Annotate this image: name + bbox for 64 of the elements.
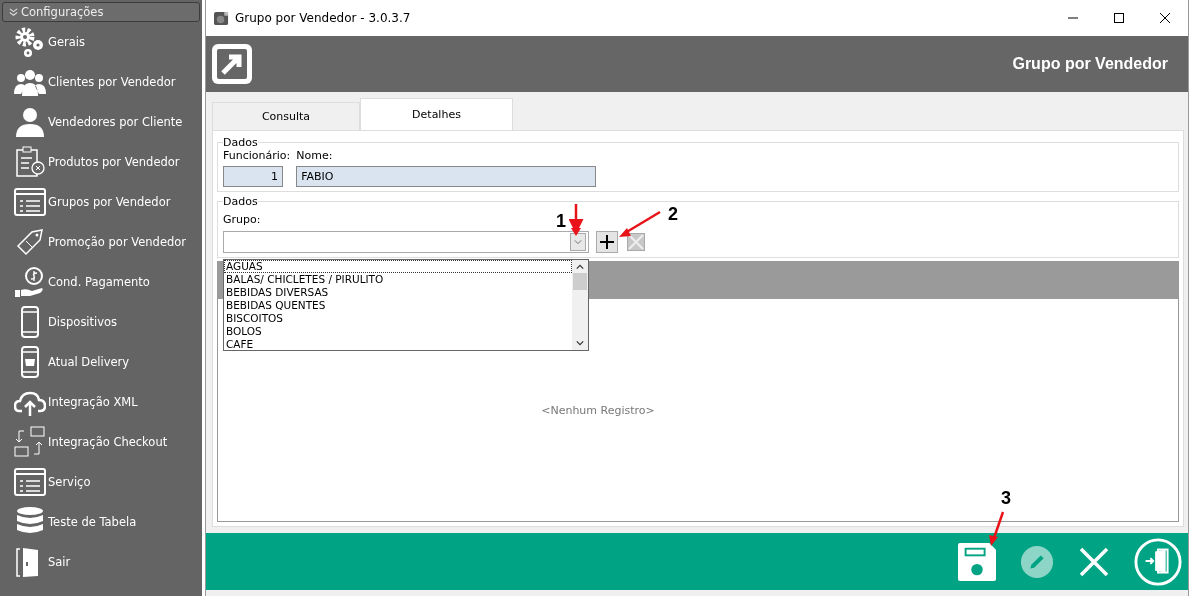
dropdown-option[interactable]: AGUAS	[224, 260, 572, 273]
tab[interactable]: Consulta	[212, 102, 360, 130]
sidebar-item[interactable]: Grupos por Vendedor	[0, 182, 202, 222]
annotation-arrow	[619, 210, 661, 237]
page-title: Grupo por Vendedor	[1012, 55, 1168, 73]
tab[interactable]: Detalhes	[360, 98, 513, 130]
sidebar-item[interactable]: Integração Checkout	[0, 422, 202, 462]
annotation-arrow	[989, 511, 1005, 546]
exit-button[interactable]	[1134, 537, 1182, 586]
sync-icon	[14, 426, 46, 458]
hand-coin-icon	[14, 266, 46, 298]
sidebar-item[interactable]: Clientes por Vendedor	[0, 62, 202, 102]
gears-icon	[14, 26, 46, 58]
dropdown-option[interactable]: BALAS/ CHICLETES / PIRULITO	[224, 273, 572, 286]
clipboard-icon	[14, 146, 46, 178]
chevron-down-icon	[574, 238, 582, 246]
maximize-icon	[1114, 13, 1124, 23]
sidebar-item[interactable]: Produtos por Vendedor	[0, 142, 202, 182]
annotation-number: 1	[556, 212, 566, 230]
field-label: Funcionário:	[223, 149, 291, 162]
add-button[interactable]	[596, 231, 618, 253]
cancel-button[interactable]	[1078, 545, 1110, 578]
name-field[interactable]: FABIO	[296, 166, 597, 187]
scroll-down-icon[interactable]	[576, 339, 584, 347]
employee-field[interactable]: 1	[223, 166, 283, 187]
dropdown-option[interactable]: BEBIDAS DIVERSAS	[224, 286, 572, 299]
dropdown-option[interactable]: BISCOITOS	[224, 312, 572, 325]
group-dropdown[interactable]	[223, 231, 589, 253]
field-label: Nome:	[296, 149, 334, 162]
group-legend: Dados	[223, 195, 258, 208]
group-legend: Dados	[223, 136, 258, 149]
dropdown-button[interactable]	[570, 233, 586, 251]
section-header[interactable]: Configurações	[2, 2, 200, 22]
field-label: Grupo:	[223, 213, 261, 226]
dropdown-option[interactable]: BEBIDAS QUENTES	[224, 299, 572, 312]
sidebar-item[interactable]: Integração XML	[0, 382, 202, 422]
sidebar-item[interactable]: Gerais	[0, 22, 202, 62]
sidebar-item[interactable]: Cond. Pagamento	[0, 262, 202, 302]
sidebar-item[interactable]: Sair	[0, 542, 202, 582]
chevron-icon	[9, 7, 18, 17]
list-window-icon	[14, 466, 46, 498]
sidebar-item[interactable]: Vendedores por Cliente	[0, 102, 202, 142]
annotation-number: 3	[1001, 489, 1011, 507]
dropdown-option[interactable]: BOLOS	[224, 325, 572, 338]
person-icon	[14, 106, 46, 138]
tag-icon	[14, 226, 46, 258]
sidebar-item[interactable]: Dispositivos	[0, 302, 202, 342]
sidebar-item[interactable]: Promoção por Vendedor	[0, 222, 202, 262]
app-icon	[214, 10, 229, 26]
scrollbar[interactable]	[572, 260, 588, 350]
close-icon	[1160, 13, 1170, 23]
annotation-number: 2	[668, 205, 678, 223]
sidebar-item[interactable]: Teste de Tabela	[0, 502, 202, 542]
save-button[interactable]	[958, 542, 996, 581]
list-window-icon	[14, 186, 46, 218]
scroll-thumb[interactable]	[573, 273, 587, 290]
dropdown-option[interactable]: CAFE	[224, 338, 572, 351]
logo-icon	[212, 44, 252, 84]
scroll-up-icon[interactable]	[576, 263, 584, 271]
sidebar-item[interactable]: Serviço	[0, 462, 202, 502]
sidebar-item[interactable]: Atual Delivery	[0, 342, 202, 382]
window-title: Grupo por Vendedor - 3.0.3.7	[235, 11, 411, 25]
empty-message: <Nenhum Registro>	[541, 403, 655, 417]
annotation-arrow	[568, 204, 584, 236]
